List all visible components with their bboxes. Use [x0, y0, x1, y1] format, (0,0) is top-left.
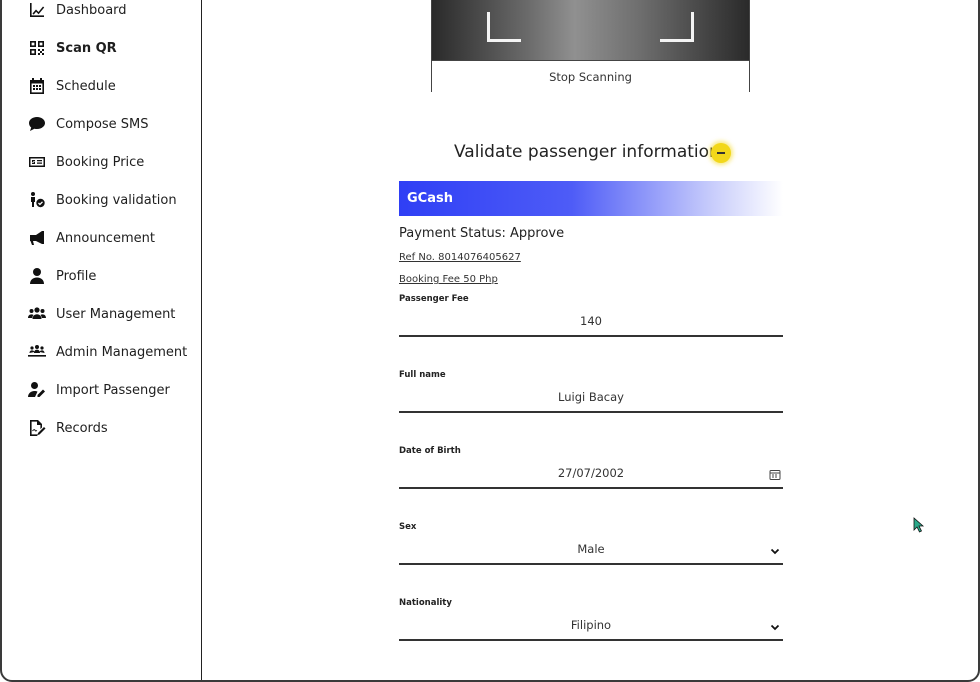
- sidebar-item-booking-price[interactable]: Booking Price: [28, 150, 144, 174]
- sidebar-item-announcement[interactable]: Announcement: [28, 226, 155, 250]
- sidebar-item-import-passenger[interactable]: Import Passenger: [28, 378, 170, 402]
- sidebar-item-dashboard[interactable]: Dashboard: [28, 0, 127, 22]
- camera-preview: [432, 0, 749, 60]
- date-of-birth-input[interactable]: 27/07/2002: [399, 462, 783, 484]
- chevron-down-icon[interactable]: [769, 618, 781, 631]
- sidebar-item-scan-qr[interactable]: Scan QR: [28, 36, 117, 60]
- user-edit-icon: [28, 381, 46, 399]
- sidebar-item-label: Schedule: [56, 78, 116, 94]
- sidebar-item-label: Announcement: [56, 230, 155, 246]
- date-of-birth-label: Date of Birth: [399, 446, 461, 456]
- field-underline: [399, 639, 783, 641]
- full-name-label: Full name: [399, 370, 446, 380]
- users-icon: [28, 305, 46, 323]
- qr-code-icon: [28, 39, 46, 57]
- passenger-fee-label: Passenger Fee: [399, 294, 469, 304]
- sidebar-item-label: Booking Price: [56, 154, 145, 170]
- megaphone-icon: [28, 229, 46, 247]
- sidebar-item-compose-sms[interactable]: Compose SMS: [28, 112, 149, 136]
- sidebar-item-label: Records: [56, 420, 108, 436]
- sidebar-item-label: Booking validation: [56, 192, 177, 208]
- sidebar-item-admin-management[interactable]: Admin Management: [28, 340, 187, 364]
- booking-fee-link[interactable]: Booking Fee 50 Php: [399, 274, 498, 285]
- field-underline: [399, 563, 783, 565]
- field-underline: [399, 335, 783, 337]
- sidebar-item-booking-validation[interactable]: Booking validation: [28, 188, 177, 212]
- passenger-fee-field: Passenger Fee 140: [399, 294, 783, 339]
- sidebar-item-label: Scan QR: [56, 40, 117, 56]
- field-underline: [399, 411, 783, 413]
- chevron-down-icon[interactable]: [769, 542, 781, 555]
- sidebar-item-label: Import Passenger: [56, 382, 170, 398]
- qr-scanner: Stop Scanning: [431, 0, 750, 92]
- nationality-field: Nationality Filipino: [399, 598, 783, 643]
- main-content: Stop Scanning Validate passenger informa…: [202, 0, 978, 680]
- sidebar-item-label: Profile: [56, 268, 97, 284]
- sidebar-item-label: Dashboard: [56, 2, 127, 18]
- calendar-icon[interactable]: [769, 466, 781, 480]
- sidebar-item-label: Compose SMS: [56, 116, 149, 132]
- date-of-birth-field: Date of Birth 27/07/2002: [399, 446, 783, 491]
- chart-line-icon: [28, 1, 46, 19]
- reference-number-link[interactable]: Ref No. 8014076405627: [399, 252, 521, 263]
- scan-frame-corner: [487, 12, 521, 42]
- section-title: Validate passenger information: [454, 142, 720, 162]
- field-underline: [399, 487, 783, 489]
- stop-scanning-button[interactable]: Stop Scanning: [432, 60, 749, 92]
- sidebar-item-user-management[interactable]: User Management: [28, 302, 175, 326]
- scan-frame-corner: [660, 12, 694, 42]
- sidebar-item-records[interactable]: Records: [28, 416, 108, 440]
- sex-field: Sex Male: [399, 522, 783, 567]
- calendar-icon: [28, 77, 46, 95]
- nationality-select[interactable]: Filipino: [399, 614, 783, 636]
- collapse-minus-icon[interactable]: [711, 143, 731, 163]
- sidebar-item-label: Admin Management: [56, 344, 188, 360]
- sidebar-item-schedule[interactable]: Schedule: [28, 74, 116, 98]
- nationality-label: Nationality: [399, 598, 452, 608]
- money-bill-icon: [28, 153, 46, 171]
- mouse-cursor-icon: [913, 517, 927, 533]
- chat-bubble-icon: [28, 115, 46, 133]
- user-icon: [28, 267, 46, 285]
- sidebar-item-profile[interactable]: Profile: [28, 264, 96, 288]
- person-check-icon: [28, 191, 46, 209]
- app-window: Dashboard Scan QR Schedule Compose SMS B…: [0, 0, 980, 682]
- people-group-icon: [28, 343, 46, 361]
- full-name-input[interactable]: Luigi Bacay: [399, 386, 783, 408]
- sidebar: Dashboard Scan QR Schedule Compose SMS B…: [2, 0, 202, 680]
- sex-label: Sex: [399, 522, 417, 532]
- payment-method-banner: GCash: [399, 181, 783, 216]
- sidebar-item-label: User Management: [56, 306, 176, 322]
- full-name-field: Full name Luigi Bacay: [399, 370, 783, 415]
- passenger-fee-input[interactable]: 140: [399, 310, 783, 332]
- sex-select[interactable]: Male: [399, 538, 783, 560]
- payment-status: Payment Status: Approve: [399, 226, 565, 241]
- file-signature-icon: [28, 419, 46, 437]
